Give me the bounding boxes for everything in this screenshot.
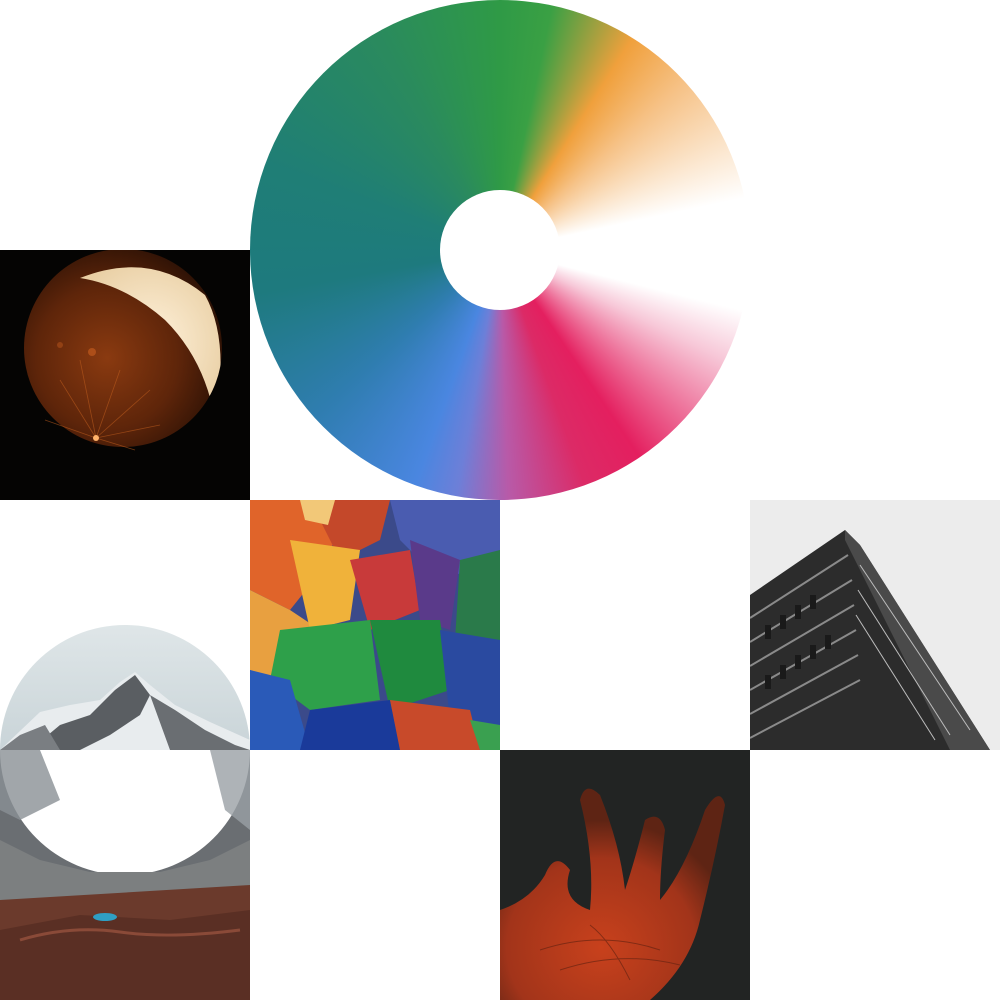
image-collage: [0, 0, 1000, 1000]
mountain-landscape-photo: [0, 500, 250, 1000]
moon-eclipse-photo: [0, 250, 250, 500]
red-hand-photo: [500, 750, 750, 1000]
mountain-image: [0, 625, 250, 1000]
abstract-painting-image: [250, 500, 500, 750]
hand-image: [500, 750, 750, 1000]
building-image: [750, 500, 1000, 750]
abstract-painting-photo: [250, 500, 500, 750]
moon-eclipse-image: [0, 250, 250, 500]
building-corner-photo: [750, 500, 1000, 750]
color-wheel-hole: [440, 190, 560, 310]
color-wheel-donut: [250, 0, 750, 500]
